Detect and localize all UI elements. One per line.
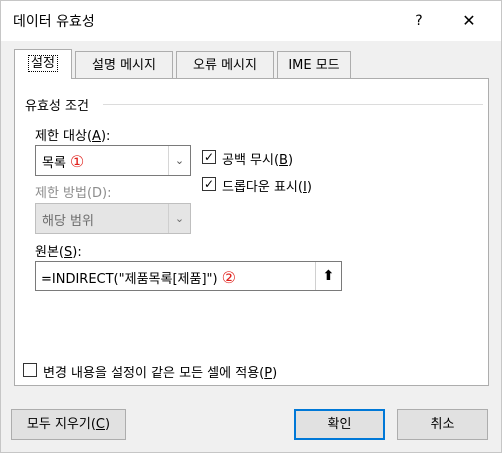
source-value: =INDIRECT("제품목록[제품]") ② bbox=[41, 268, 236, 287]
group-divider bbox=[103, 104, 483, 105]
data-label: 제한 방법(D): bbox=[35, 186, 112, 201]
data-value: 해당 범위 bbox=[42, 214, 94, 229]
validation-criteria-label: 유효성 조건 bbox=[25, 99, 89, 114]
tab-error-alert[interactable]: 오류 메시지 bbox=[176, 51, 274, 78]
marker-2: ② bbox=[221, 268, 236, 287]
ok-button[interactable]: 확인 bbox=[294, 409, 385, 440]
tab-settings[interactable]: 설정 bbox=[14, 49, 72, 79]
tab-input-message[interactable]: 설명 메시지 bbox=[75, 51, 173, 78]
close-button[interactable]: ✕ bbox=[449, 7, 489, 35]
tab-settings-label: 설정 bbox=[28, 55, 58, 72]
clear-all-button[interactable]: 모두 지우기(C) bbox=[11, 409, 126, 440]
help-button[interactable]: ? bbox=[401, 7, 437, 35]
checkmark-icon[interactable]: ✓ bbox=[202, 150, 216, 164]
data-validation-dialog: 데이터 유효성 ? ✕ 설정 설명 메시지 오류 메시지 IME 모드 유효성 … bbox=[0, 0, 502, 453]
checkmark-icon[interactable]: ✓ bbox=[202, 177, 216, 191]
cancel-button[interactable]: 취소 bbox=[397, 409, 488, 440]
title-bar: 데이터 유효성 ? ✕ bbox=[1, 1, 501, 41]
ignore-blank-label: 공백 무시(B) bbox=[222, 153, 294, 168]
settings-panel: 유효성 조건 제한 대상(A): 목록 ① ⌄ 제한 방법(D): 해당 범위 ⌄… bbox=[14, 78, 489, 386]
source-label: 원본(S): bbox=[35, 245, 82, 260]
chevron-down-icon[interactable]: ⌄ bbox=[168, 146, 190, 175]
source-input[interactable]: =INDIRECT("제품목록[제품]") ② ⬆ bbox=[35, 261, 342, 291]
dialog-title: 데이터 유효성 bbox=[13, 14, 95, 30]
apply-all-label: 변경 내용을 설정이 같은 모든 셀에 적용(P) bbox=[43, 366, 278, 381]
allow-select[interactable]: 목록 ① ⌄ bbox=[35, 145, 191, 176]
allow-label: 제한 대상(A): bbox=[35, 129, 111, 144]
allow-value: 목록 ① bbox=[42, 152, 85, 171]
chevron-down-icon: ⌄ bbox=[168, 204, 190, 233]
checkbox-empty-icon[interactable] bbox=[23, 363, 37, 377]
in-cell-dropdown-label: 드롭다운 표시(I) bbox=[222, 180, 312, 195]
data-select: 해당 범위 ⌄ bbox=[35, 203, 191, 234]
tab-ime-mode[interactable]: IME 모드 bbox=[277, 51, 351, 78]
marker-1: ① bbox=[69, 152, 85, 171]
collapse-dialog-icon[interactable]: ⬆ bbox=[315, 262, 341, 290]
